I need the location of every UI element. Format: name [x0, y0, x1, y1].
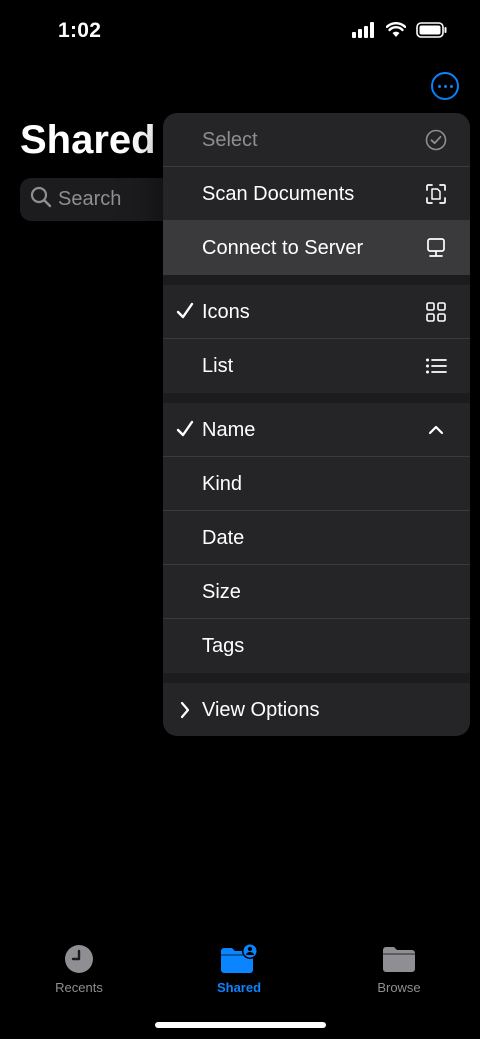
search-placeholder: Search — [58, 188, 122, 210]
menu-item-name[interactable]: Name — [163, 403, 470, 457]
status-icons — [352, 22, 448, 43]
checkmark-icon — [176, 418, 194, 445]
menu-item-label: Icons — [202, 300, 250, 323]
ellipsis-dot — [443, 84, 447, 88]
menu-group-separator — [163, 673, 470, 683]
menu-item-label: View Options — [202, 698, 320, 721]
status-bar: 1:02 — [0, 0, 480, 64]
search-icon — [30, 186, 52, 213]
shared-folder-icon — [179, 942, 299, 976]
menu-item-select[interactable]: Select — [163, 113, 470, 167]
menu-item-scan-documents[interactable]: Scan Documents — [163, 167, 470, 221]
menu-group-separator — [163, 275, 470, 285]
menu-item-label: Select — [202, 128, 258, 151]
cellular-signal-icon — [352, 22, 376, 43]
page-title: Shared — [20, 118, 156, 162]
menu-item-label: Date — [202, 526, 245, 549]
ellipsis-circle-icon — [437, 84, 441, 88]
menu-item-label: Kind — [202, 472, 243, 495]
menu-item-label: Connect to Server — [202, 236, 364, 259]
tab-browse[interactable]: Browse — [339, 942, 459, 995]
status-time: 1:02 — [58, 19, 102, 42]
menu-item-label: Name — [202, 418, 256, 441]
tab-recents[interactable]: Recents — [19, 942, 139, 995]
checkmark-circle-icon — [424, 128, 448, 152]
menu-group-separator — [163, 393, 470, 403]
ellipsis-dot — [449, 84, 453, 88]
battery-icon — [416, 22, 448, 43]
menu-item-view-options[interactable]: View Options — [163, 683, 470, 736]
menu-item-label: List — [202, 354, 234, 377]
clock-icon — [19, 942, 139, 976]
menu-item-icons[interactable]: Icons — [163, 285, 470, 339]
checkmark-icon — [176, 300, 194, 327]
tab-shared[interactable]: Shared — [179, 942, 299, 995]
menu-item-date[interactable]: Date — [163, 511, 470, 565]
wifi-icon — [385, 22, 407, 43]
menu-item-connect-to-server[interactable]: Connect to Server — [163, 221, 470, 275]
chevron-up-icon — [424, 418, 448, 442]
menu-item-kind[interactable]: Kind — [163, 457, 470, 511]
home-indicator[interactable] — [155, 1022, 326, 1028]
list-bullet-icon — [424, 354, 448, 378]
menu-item-tags[interactable]: Tags — [163, 619, 470, 673]
tab-label: Shared — [216, 980, 262, 995]
menu-item-label: Size — [202, 580, 241, 603]
grid-icon — [424, 300, 448, 324]
display-network-icon — [424, 236, 448, 260]
menu-item-list[interactable]: List — [163, 339, 470, 393]
chevron-right-icon — [179, 700, 191, 725]
menu-item-label: Tags — [202, 634, 245, 657]
context-menu: Select Scan Documents Connect to Server … — [163, 113, 470, 736]
menu-item-size[interactable]: Size — [163, 565, 470, 619]
folder-icon — [339, 942, 459, 976]
tab-label: Browse — [377, 980, 421, 995]
tab-label: Recents — [55, 980, 103, 995]
more-options-button[interactable] — [431, 72, 459, 100]
document-scanner-icon — [424, 182, 448, 206]
menu-item-label: Scan Documents — [202, 182, 355, 205]
